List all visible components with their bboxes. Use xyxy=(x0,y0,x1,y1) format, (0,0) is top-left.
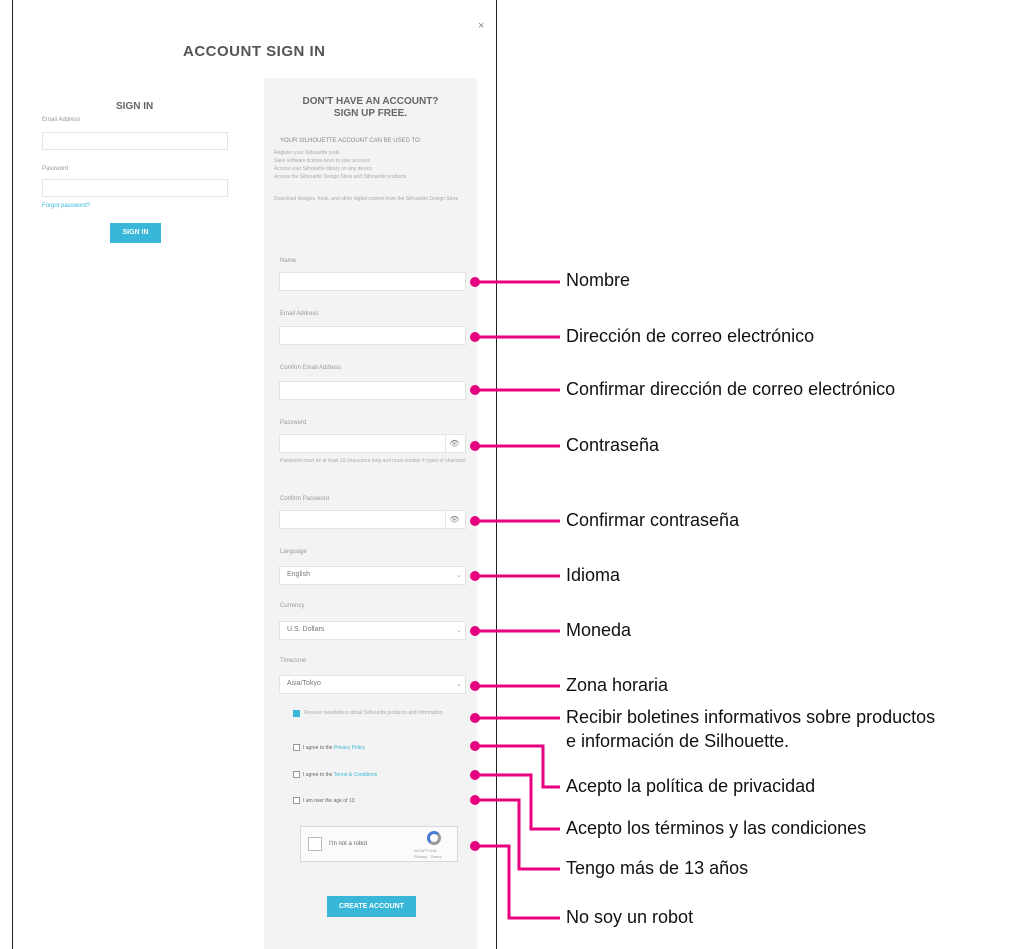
annotation-language: Idioma xyxy=(566,565,621,585)
annotation-confirm-email: Confirmar dirección de correo electrónic… xyxy=(566,379,896,399)
annotation-confirm-password: Confirmar contraseña xyxy=(566,510,740,530)
annotation-age: Tengo más de 13 años xyxy=(566,858,749,878)
annotation-password: Contraseña xyxy=(566,435,660,455)
annotation-timezone: Zona horaria xyxy=(566,675,669,695)
annotation-name: Nombre xyxy=(566,270,631,290)
annotation-email: Dirección de correo electrónico xyxy=(566,326,815,346)
annotation-currency: Moneda xyxy=(566,620,632,640)
annotation-terms: Acepto los términos y las condiciones xyxy=(566,818,867,838)
annotation-newsletter-2: e información de Silhouette. xyxy=(566,731,790,751)
annotation-privacy: Acepto la política de privacidad xyxy=(566,776,816,796)
annotation-newsletter: Recibir boletines informativos sobre pro… xyxy=(566,707,936,727)
callout-lines xyxy=(470,277,560,920)
annotation-robot: No soy un robot xyxy=(566,907,694,927)
